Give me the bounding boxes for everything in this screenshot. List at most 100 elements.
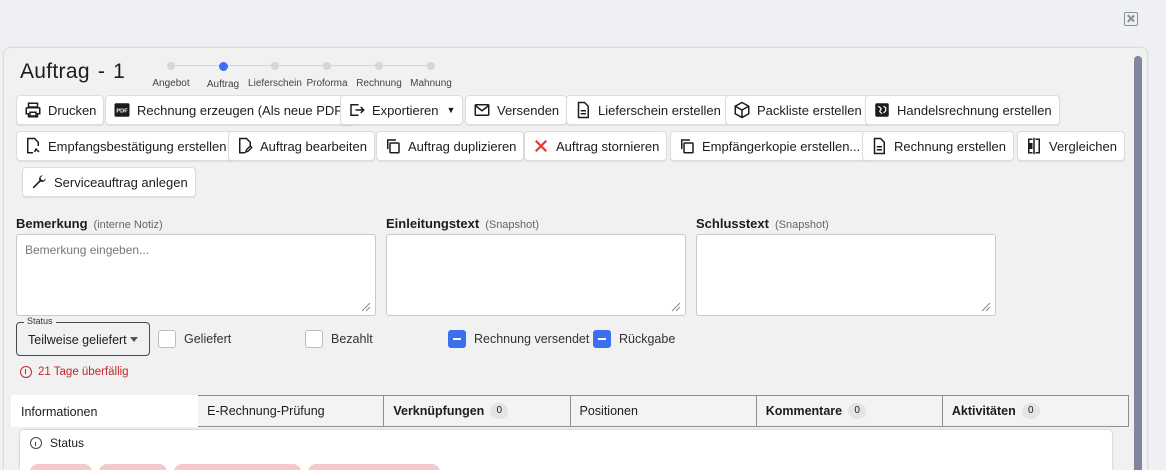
intro-label: Einleitungstext (Snapshot) [386,216,539,231]
tab-kommentare[interactable]: Kommentare 0 [756,395,943,427]
intro-label-text: Einleitungstext [386,216,480,231]
checkbox-box[interactable] [448,330,466,348]
wrench-icon [30,173,48,191]
recipient-copy-button[interactable]: Empfängerkopie erstellen... [670,131,869,161]
delivered-label: Geliefert [184,332,232,346]
alert-circle-icon [20,366,32,378]
tab-count-badge: 0 [490,403,509,419]
detail-tabs: Informationen E-Rechnung-Prüfung Verknüp… [11,395,1130,427]
edit-order-button[interactable]: Auftrag bearbeiten [228,131,375,161]
invoice-pdf-button[interactable]: PDF Rechnung erzeugen (Als neue PDF) [105,95,355,125]
chevron-down-icon: ▼ [446,105,456,115]
status-chip [99,464,167,470]
checkbox-box[interactable] [305,330,323,348]
tab-informationen[interactable]: Informationen [11,395,199,427]
resize-grip-icon[interactable] [671,302,681,312]
compare-button[interactable]: Vergleichen [1017,131,1125,161]
page-title-word: Auftrag [20,60,90,83]
create-invoice-label: Rechnung erstellen [894,138,1007,154]
document-stepper: Angebot Auftrag Lieferschein Proforma Re… [144,56,464,96]
step-dot [271,62,279,70]
invoice-sent-checkbox[interactable]: Rechnung versendet [448,330,589,348]
step-angebot[interactable]: Angebot [144,56,198,89]
step-dot [375,62,383,70]
delivery-note-label: Lieferschein erstellen [598,102,721,118]
step-lieferschein[interactable]: Lieferschein [248,56,302,89]
closing-text-input[interactable] [696,234,996,316]
send-button[interactable]: Versenden [465,95,568,125]
closing-hint: (Snapshot) [774,219,829,231]
step-proforma[interactable]: Proforma [300,56,354,89]
svg-text:PDF: PDF [116,109,128,115]
delivered-checkbox[interactable]: Geliefert [158,330,231,348]
status-select[interactable]: Status Teilweise geliefert [16,316,150,356]
cross-icon [532,137,550,155]
step-rechnung[interactable]: Rechnung [352,56,406,89]
tab-count-badge: 0 [1021,403,1040,419]
step-label: Mahnung [410,78,452,89]
resize-grip-icon[interactable] [981,302,991,312]
status-info-card: Status [20,430,1112,470]
invoice-pdf-label: Rechnung erzeugen (Als neue PDF) [137,102,347,118]
receipt-confirmation-button[interactable]: Empfangsbestätigung erstellen [16,131,235,161]
print-button[interactable]: Drucken [16,95,105,125]
export-icon [348,101,366,119]
remark-input[interactable] [16,234,376,316]
duplicate-order-label: Auftrag duplizieren [408,138,517,154]
status-card-header: Status [30,436,84,450]
receipt-confirmation-label: Empfangsbestätigung erstellen [48,138,227,154]
step-mahnung[interactable]: Mahnung [404,56,458,89]
tab-aktivitaeten[interactable]: Aktivitäten 0 [942,395,1130,427]
tab-positionen[interactable]: Positionen [570,395,757,427]
globe-icon [873,101,891,119]
create-invoice-button[interactable]: Rechnung erstellen [862,131,1015,161]
tab-label: Informationen [21,404,98,419]
resize-grip-icon[interactable] [361,302,371,312]
packing-list-button[interactable]: Packliste erstellen [725,95,870,125]
step-dot [323,62,331,70]
document-icon [574,101,592,119]
status-legend: Status [24,316,56,326]
cancel-order-button[interactable]: Auftrag stornieren [524,131,668,161]
paid-label: Bezahlt [331,332,373,346]
step-dot [218,62,228,71]
remark-hint: (interne Notiz) [93,219,163,231]
chevron-down-icon [130,337,138,342]
checkbox-box[interactable] [158,330,176,348]
export-label: Exportieren [372,102,439,118]
delivery-note-button[interactable]: Lieferschein erstellen [566,95,729,125]
intro-text-input[interactable] [386,234,686,316]
status-chip [30,464,92,470]
duplicate-order-button[interactable]: Auftrag duplizieren [376,131,525,161]
copy-icon [678,137,696,155]
invoice-sent-label: Rechnung versendet [474,332,590,346]
step-label: Lieferschein [248,78,302,89]
tab-e-rechnung-pruefung[interactable]: E-Rechnung-Prüfung [198,395,385,427]
commercial-invoice-button[interactable]: Handelsrechnung erstellen [865,95,1060,125]
cancel-order-label: Auftrag stornieren [556,138,660,154]
paid-checkbox[interactable]: Bezahlt [305,330,373,348]
return-label: Rückgabe [619,332,676,346]
remark-label: Bemerkung (interne Notiz) [16,216,163,231]
close-panel-icon[interactable] [1124,12,1138,26]
scrollbar[interactable] [1134,56,1142,470]
send-label: Versenden [497,102,560,118]
printer-icon [24,101,42,119]
order-panel: Auftrag -1 Angebot Auftrag Lieferschein P… [4,48,1147,470]
export-button[interactable]: Exportieren ▼ [340,95,464,125]
document-edit-icon [24,137,42,155]
return-checkbox[interactable]: Rückgabe [593,330,675,348]
checkbox-box[interactable] [593,330,611,348]
step-label: Auftrag [206,79,240,90]
packing-list-label: Packliste erstellen [757,102,862,118]
mail-icon [473,101,491,119]
status-chip [174,464,301,470]
compare-icon [1025,137,1043,155]
step-label: Angebot [152,78,190,89]
tab-verknuepfungen[interactable]: Verknüpfungen 0 [384,395,571,427]
service-order-button[interactable]: Serviceauftrag anlegen [22,167,196,197]
step-auftrag[interactable]: Auftrag [196,56,250,90]
edit-order-label: Auftrag bearbeiten [260,138,367,154]
status-chip [308,464,440,470]
package-icon [733,101,751,119]
